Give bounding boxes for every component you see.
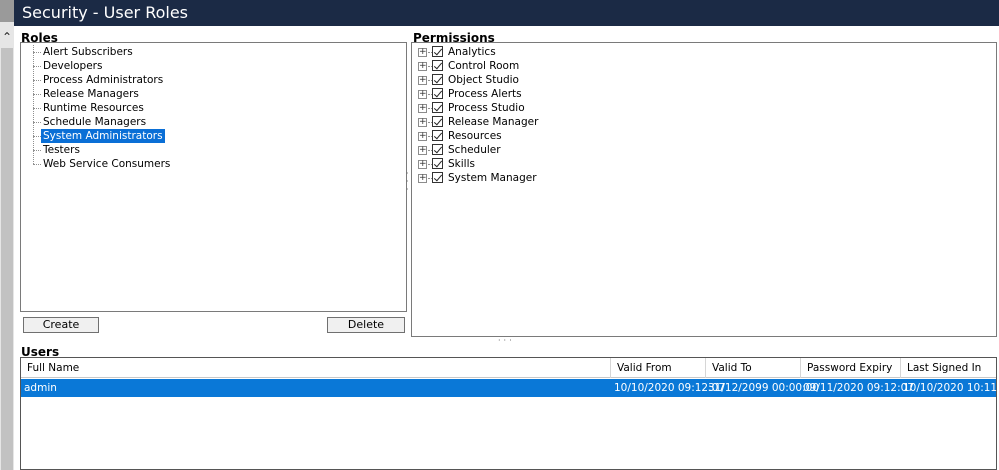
permission-label: Release Manager [448,116,539,128]
role-label: Release Managers [43,88,139,100]
role-label: Schedule Managers [43,116,147,128]
role-label: System Administrators [40,128,166,144]
permission-checkbox[interactable] [432,130,443,141]
expand-plus-icon[interactable]: + [418,104,427,113]
expand-plus-icon[interactable]: + [418,76,427,85]
permission-item[interactable]: + Process Alerts [412,87,992,101]
permission-checkbox[interactable] [432,74,443,85]
column-header-last-signed-in[interactable]: Last Signed In [901,358,996,378]
cell-password-expiry: 09/11/2020 09:12:07 [803,382,915,394]
security-user-roles-window: Security - User Roles Roles Alert Subscr… [14,0,999,470]
delete-button[interactable]: Delete [327,317,405,333]
permission-item[interactable]: + Process Studio [412,101,992,115]
window-title: Security - User Roles [22,3,189,22]
cell-last-signed-in: 10/10/2020 10:11:03 [903,382,999,394]
tree-connector [33,80,41,81]
role-item[interactable]: Process Administrators [21,73,401,87]
role-label: Alert Subscribers [43,46,133,58]
permission-checkbox[interactable] [432,116,443,127]
role-item[interactable]: Schedule Managers [21,115,401,129]
role-label: Process Administrators [43,74,164,86]
expand-plus-icon[interactable]: + [418,174,427,183]
tree-connector [33,94,41,95]
permission-item[interactable]: + Resources [412,129,992,143]
column-header-valid-to[interactable]: Valid To [706,358,801,378]
permission-checkbox[interactable] [432,158,443,169]
permission-item[interactable]: + Release Manager [412,115,992,129]
column-header-password-expiry[interactable]: Password Expiry [801,358,901,378]
tree-connector [33,66,41,67]
permission-item[interactable]: + System Manager [412,171,992,185]
permission-checkbox[interactable] [432,172,443,183]
expand-plus-icon[interactable]: + [418,132,427,141]
permission-label: Process Studio [448,102,525,114]
permission-item[interactable]: + Analytics [412,45,992,59]
role-item[interactable]: Web Service Consumers [21,157,401,171]
expand-plus-icon[interactable]: + [418,90,427,99]
role-item[interactable]: Runtime Resources [21,101,401,115]
expand-plus-icon[interactable]: + [418,118,427,127]
column-header-valid-from[interactable]: Valid From [611,358,706,378]
role-item[interactable]: System Administrators [21,128,401,144]
expand-plus-icon[interactable]: + [418,48,427,57]
permission-checkbox[interactable] [432,60,443,71]
tree-connector [33,150,41,151]
column-header-full-name[interactable]: Full Name [21,358,611,378]
roles-tree[interactable]: Alert Subscribers Developers Process Admin… [20,42,407,312]
permission-checkbox[interactable] [432,102,443,113]
tree-connector [33,136,41,137]
tree-connector [33,108,41,109]
tree-connector [33,164,41,165]
permission-label: Object Studio [448,74,519,86]
users-table-header: Full Name Valid From Valid To Password E… [21,358,996,378]
title-bar: Security - User Roles [14,0,999,26]
role-item[interactable]: Developers [21,59,401,73]
permission-label: Analytics [448,46,496,58]
tree-connector [33,45,34,164]
permission-item[interactable]: + Object Studio [412,73,992,87]
cell-full-name: admin [24,382,57,394]
role-label: Web Service Consumers [43,158,171,170]
role-item[interactable]: Release Managers [21,87,401,101]
permission-item[interactable]: + Control Room [412,59,992,73]
tree-connector [33,122,41,123]
permission-checkbox[interactable] [432,88,443,99]
scrollbar-top-block [0,0,14,22]
vertical-splitter-grip[interactable]: · · · [406,170,410,194]
permission-label: Skills [448,158,475,170]
permission-checkbox[interactable] [432,144,443,155]
horizontal-splitter-grip[interactable]: ··· [498,337,522,345]
permission-label: Control Room [448,60,520,72]
role-label: Testers [43,144,80,156]
table-row[interactable]: admin 10/10/2020 09:12:07 31/12/2099 00:… [21,379,999,397]
expand-plus-icon[interactable]: + [418,62,427,71]
users-table[interactable]: Full Name Valid From Valid To Password E… [20,357,999,470]
permission-checkbox[interactable] [432,46,443,57]
chevron-up-icon[interactable]: ⌃ [0,28,14,46]
permission-label: Scheduler [448,144,501,156]
role-item[interactable]: Alert Subscribers [21,45,401,59]
role-item[interactable]: Testers [21,143,401,157]
outer-scrollbar[interactable]: ⌃ [0,0,14,470]
role-label: Developers [43,60,103,72]
role-label: Runtime Resources [43,102,144,114]
permission-item[interactable]: + Skills [412,157,992,171]
permission-label: Process Alerts [448,88,522,100]
permission-label: System Manager [448,172,537,184]
permission-item[interactable]: + Scheduler [412,143,992,157]
create-button[interactable]: Create [23,317,99,333]
expand-plus-icon[interactable]: + [418,160,427,169]
permissions-tree[interactable]: + Analytics + Control Room + Object Studio + Pr… [411,42,997,337]
permission-label: Resources [448,130,502,142]
scrollbar-thumb[interactable] [1,48,13,470]
tree-connector [33,52,41,53]
expand-plus-icon[interactable]: + [418,146,427,155]
